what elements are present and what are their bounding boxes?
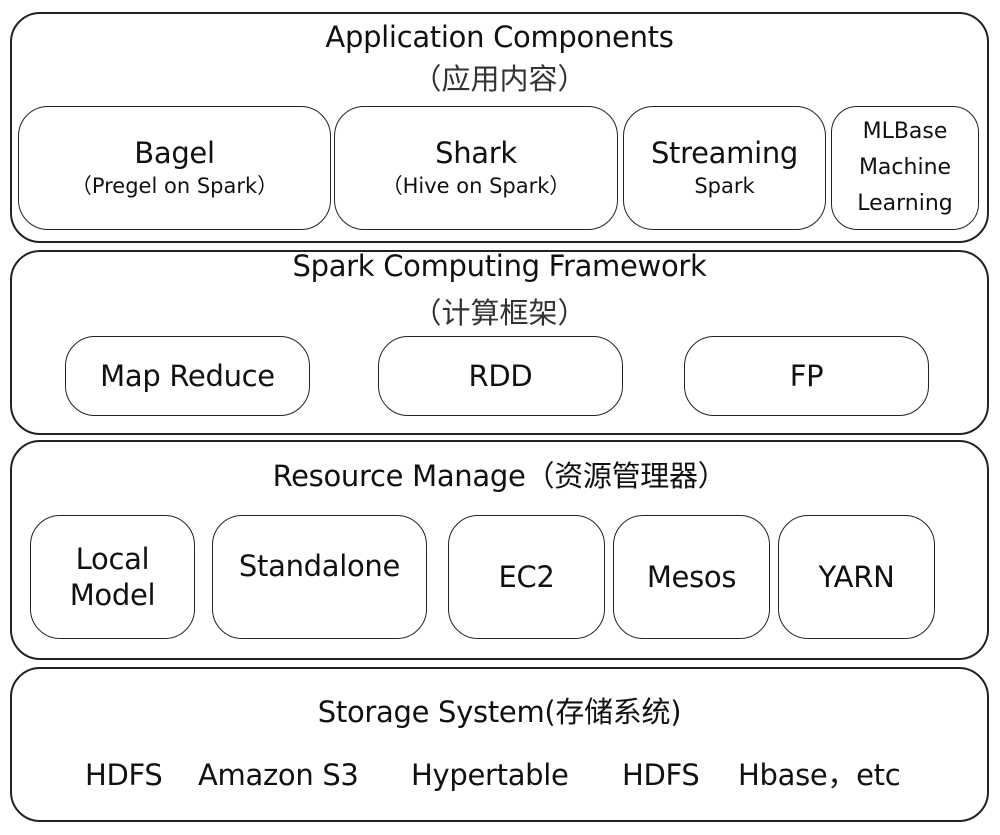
computing-layer-subtitle: （计算框架） bbox=[412, 296, 587, 330]
resource-mesos: Mesos bbox=[613, 515, 770, 639]
storage-layer: Storage System(存储系统) bbox=[10, 667, 989, 822]
resource-standalone-label: Standalone bbox=[238, 549, 401, 583]
component-shark-note: （Hive on Spark） bbox=[381, 174, 571, 198]
application-layer: Application Components （应用内容） Bagel （Pre… bbox=[10, 12, 989, 243]
component-streaming: Streaming Spark bbox=[623, 106, 826, 230]
component-mlbase-line-2: Machine bbox=[858, 155, 952, 180]
storage-item-hbase-etc: Hbase，etc bbox=[738, 758, 901, 792]
storage-item-hypertable: Hypertable bbox=[411, 758, 569, 792]
resource-local-model-line-2: Model bbox=[69, 578, 156, 612]
framework-map-reduce-label: Map Reduce bbox=[100, 359, 275, 393]
component-shark-name: Shark bbox=[435, 136, 517, 170]
computing-layer: Spark Computing Framework （计算框架） Map Red… bbox=[10, 249, 989, 435]
application-layer-title: Application Components bbox=[325, 20, 674, 54]
framework-map-reduce: Map Reduce bbox=[65, 336, 310, 416]
resource-ec2: EC2 bbox=[448, 515, 605, 639]
resource-layer: Resource Manage（资源管理器） Local Model Stand… bbox=[10, 440, 989, 660]
component-shark: Shark （Hive on Spark） bbox=[334, 106, 618, 230]
resource-yarn: YARN bbox=[778, 515, 935, 639]
resource-mesos-label: Mesos bbox=[646, 560, 737, 594]
computing-layer-title: Spark Computing Framework bbox=[292, 249, 707, 283]
framework-fp-label: FP bbox=[789, 359, 824, 393]
component-mlbase: MLBase Machine Learning bbox=[831, 106, 979, 230]
storage-item-hdfs-2: HDFS bbox=[622, 758, 700, 792]
component-streaming-name: Streaming bbox=[650, 136, 799, 170]
resource-ec2-label: EC2 bbox=[498, 560, 555, 594]
storage-item-hdfs: HDFS bbox=[85, 758, 163, 792]
component-mlbase-line-1: MLBase bbox=[862, 119, 948, 144]
resource-layer-title: Resource Manage（资源管理器） bbox=[272, 459, 727, 493]
resource-standalone: Standalone bbox=[212, 515, 427, 639]
framework-rdd: RDD bbox=[378, 336, 623, 416]
storage-item-amazon-s3: Amazon S3 bbox=[198, 758, 359, 792]
component-bagel-name: Bagel bbox=[134, 136, 215, 170]
resource-yarn-label: YARN bbox=[818, 560, 895, 594]
framework-fp: FP bbox=[684, 336, 929, 416]
component-bagel: Bagel （Pregel on Spark） bbox=[18, 106, 331, 230]
resource-local-model-line-1: Local bbox=[75, 542, 150, 576]
component-bagel-note: （Pregel on Spark） bbox=[70, 174, 279, 198]
framework-rdd-label: RDD bbox=[468, 359, 533, 393]
application-layer-subtitle: （应用内容） bbox=[412, 62, 587, 96]
resource-local-model: Local Model bbox=[30, 515, 195, 639]
component-streaming-note: Spark bbox=[694, 174, 755, 198]
storage-layer-title: Storage System(存储系统) bbox=[317, 695, 682, 729]
component-mlbase-line-3: Learning bbox=[857, 191, 953, 216]
